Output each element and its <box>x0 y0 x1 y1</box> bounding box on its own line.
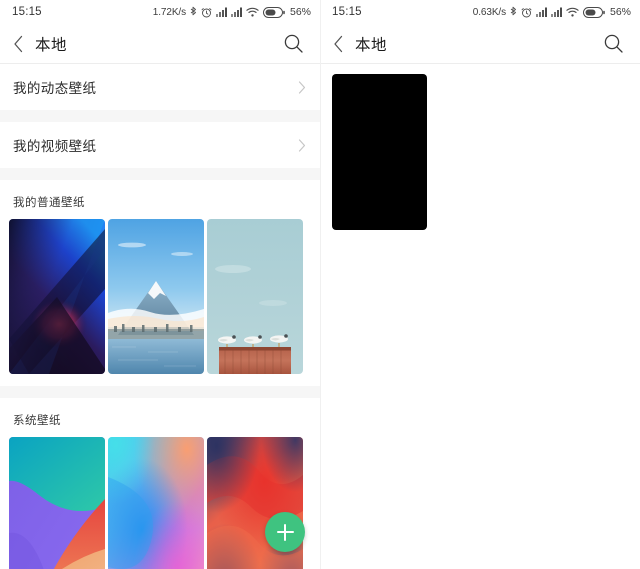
search-icon <box>283 33 304 54</box>
signal-icon <box>230 7 242 17</box>
list-item-video-wallpapers[interactable]: 我的视频壁纸 <box>0 122 320 168</box>
battery-icon <box>262 6 285 18</box>
bluetooth-icon <box>510 6 517 18</box>
bluetooth-icon <box>190 6 197 18</box>
section-separator <box>0 110 320 122</box>
status-clock: 15:15 <box>12 6 42 18</box>
status-bar: 15:15 1.72K/s 56% <box>0 0 320 24</box>
battery-icon <box>582 6 605 18</box>
alarm-icon <box>201 7 212 18</box>
page-title: 本地 <box>35 36 68 54</box>
chevron-left-icon <box>13 35 24 53</box>
system-wallpapers-grid <box>0 437 320 569</box>
search-icon <box>603 33 624 54</box>
section-title-system-wallpapers: 系统壁纸 <box>0 398 320 437</box>
nav-bar: 本地 <box>320 24 640 63</box>
wallpaper-abstract-blue-pink[interactable] <box>9 219 105 374</box>
signal-icon <box>535 7 547 17</box>
my-wallpapers-grid <box>0 219 320 374</box>
screen-divider <box>320 0 321 569</box>
add-wallpaper-button[interactable] <box>265 512 305 552</box>
list-item-live-wallpapers[interactable]: 我的动态壁纸 <box>0 64 320 110</box>
left-screen: 15:15 1.72K/s 56% 本地 我的动态壁纸 我的视频壁纸 我的普通壁… <box>0 0 320 569</box>
status-clock: 15:15 <box>332 6 362 18</box>
chevron-right-icon <box>298 80 306 94</box>
section-title-my-wallpapers: 我的普通壁纸 <box>0 180 320 219</box>
network-speed-label: 0.63K/s <box>472 6 506 18</box>
status-icons: 1.72K/s 56% <box>153 6 311 18</box>
battery-percent-label: 56% <box>609 6 631 18</box>
wallpaper-mount-fuji[interactable] <box>108 219 204 374</box>
list-item-label: 我的视频壁纸 <box>13 139 97 154</box>
wifi-icon <box>246 7 259 17</box>
back-button[interactable] <box>13 30 33 58</box>
dual-screenshot-container: 15:15 1.72K/s 56% 本地 我的动态壁纸 我的视频壁纸 我的普通壁… <box>0 0 640 569</box>
wallpaper-grid <box>320 64 640 230</box>
network-speed-label: 1.72K/s <box>152 6 186 18</box>
battery-percent-label: 56% <box>289 6 311 18</box>
nav-bar: 本地 <box>0 24 320 63</box>
chevron-left-icon <box>333 35 344 53</box>
wallpaper-seagulls-post[interactable] <box>207 219 303 374</box>
alarm-icon <box>521 7 532 18</box>
status-icons: 0.63K/s 56% <box>473 6 631 18</box>
list-item-label: 我的动态壁纸 <box>13 81 97 96</box>
back-button[interactable] <box>333 30 353 58</box>
search-button[interactable] <box>280 31 306 57</box>
right-screen: 15:15 0.63K/s 56% 本地 <box>320 0 640 569</box>
signal-icon <box>215 7 227 17</box>
page-title: 本地 <box>355 36 388 54</box>
section-separator <box>0 386 320 398</box>
section-separator <box>0 168 320 180</box>
wallpaper-miui-teal-purple-red[interactable] <box>9 437 105 569</box>
signal-icon <box>550 7 562 17</box>
chevron-right-icon <box>298 138 306 152</box>
wifi-icon <box>566 7 579 17</box>
status-bar: 15:15 0.63K/s 56% <box>320 0 640 24</box>
search-button[interactable] <box>600 31 626 57</box>
wallpaper-black[interactable] <box>332 74 427 230</box>
wallpaper-gradient-blue-pink[interactable] <box>108 437 204 569</box>
